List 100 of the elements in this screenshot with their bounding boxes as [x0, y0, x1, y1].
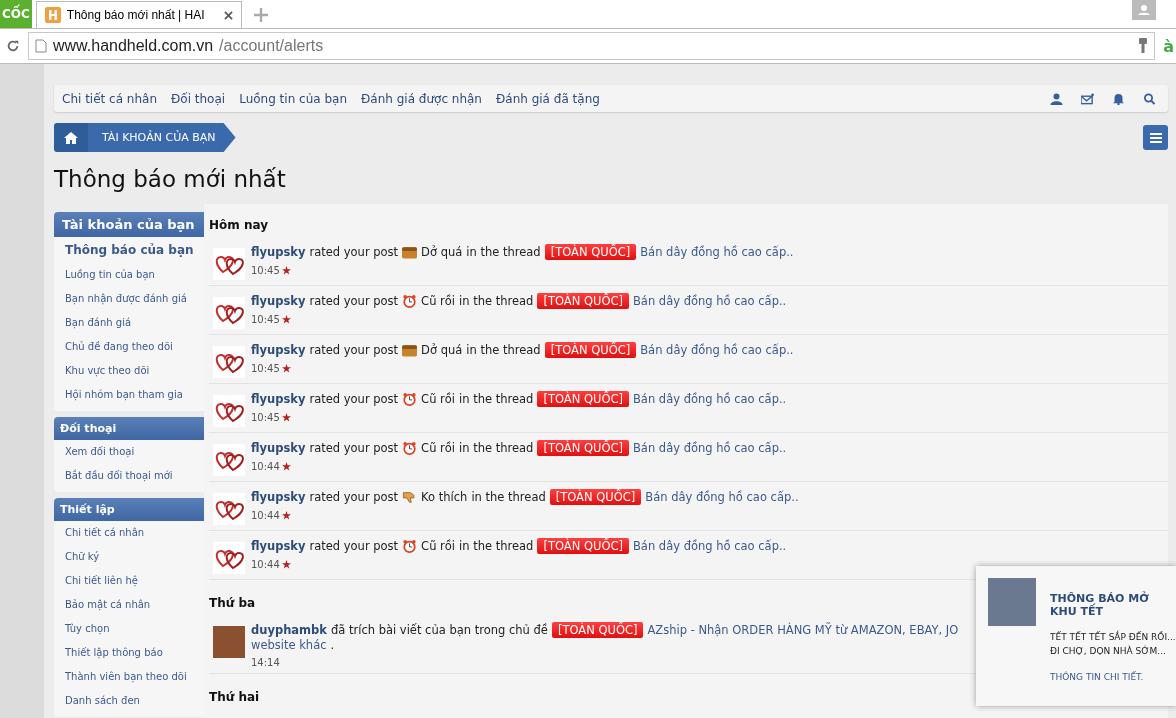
sidebar-item[interactable]: Bạn đánh giá	[54, 311, 204, 335]
menu-button[interactable]	[1143, 125, 1168, 150]
rating-label: Cũ rồi	[421, 392, 456, 406]
username-link[interactable]: flyupsky	[251, 539, 306, 553]
sidebar-item[interactable]: Luồng tin của bạn	[54, 263, 204, 287]
username-link[interactable]: flyupsky	[251, 392, 306, 406]
sidebar-item[interactable]: Thiết lập thông báo	[54, 641, 204, 665]
sidebar-item[interactable]: Tùy chọn	[54, 617, 204, 641]
breadcrumb-link[interactable]: TÀI KHOẢN CỦA BẠN	[88, 123, 236, 152]
thread-link[interactable]: Bán dây đồng hồ cao cấp..	[632, 441, 787, 455]
hearts-avatar-icon	[213, 493, 245, 525]
sidebar-item[interactable]: Chi tiết liên hệ	[54, 569, 204, 593]
sidebar-item[interactable]: Bảo mật cá nhân	[54, 593, 204, 617]
alert-text: rated your post	[309, 294, 399, 308]
alert-text: in the thread	[466, 343, 541, 357]
username-link[interactable]: flyupsky	[251, 294, 306, 308]
alert-text: in the thread	[459, 441, 534, 455]
thread-link[interactable]: AZship - Nhận ORDER HÀNG MỸ từ AMAZON, EBAY, JO	[647, 623, 959, 637]
nav-link[interactable]: Luồng tin của bạn	[239, 91, 348, 106]
thread-prefix: [TOÀN QUỐC]	[537, 440, 629, 456]
sidebar-item[interactable]: Bạn nhận được đánh giá	[54, 287, 204, 311]
sidebar-item[interactable]: Chi tiết cá nhân	[54, 521, 204, 545]
section-heading: Tài khoản của bạn	[54, 212, 204, 237]
section-heading: Thiết lập	[54, 498, 204, 521]
date-heading: Hôm nay	[209, 218, 269, 232]
star-icon	[281, 560, 291, 569]
thread-prefix: [TOÀN QUỐC]	[544, 342, 637, 358]
star-icon	[281, 266, 291, 275]
star-icon	[281, 413, 291, 422]
alert-text: rated your post	[309, 392, 399, 406]
sidebar-item[interactable]: Chữ ký	[54, 545, 204, 569]
details-link[interactable]: THÔNG TIN CHI TIẾT.	[1050, 672, 1176, 682]
close-icon[interactable]	[223, 10, 233, 20]
nav-link[interactable]: Đánh giá đã tặng	[496, 91, 600, 106]
alert-time: 14:14	[251, 657, 280, 668]
thread-link[interactable]: Bán dây đồng hồ cao cấp..	[632, 539, 787, 553]
thread-prefix: [TOÀN QUỐC]	[549, 489, 642, 505]
page-icon	[35, 39, 47, 53]
alert-text: in the thread	[459, 294, 534, 308]
nav-link[interactable]: Đối thoại	[171, 91, 226, 106]
sidebar-item[interactable]: Khu vực theo dõi	[54, 359, 204, 383]
alert-text: rated your post	[309, 539, 399, 553]
reload-icon[interactable]	[6, 39, 20, 53]
hearts-avatar-icon	[213, 542, 245, 574]
sidebar-item[interactable]: Thông báo của bạn	[54, 237, 204, 263]
username-link[interactable]: duyphambk	[251, 623, 327, 637]
alert-time: 10:45	[251, 412, 280, 423]
star-icon	[281, 315, 291, 324]
search-icon[interactable]	[1143, 92, 1156, 105]
thread-link[interactable]: Bán dây đồng hồ cao cấp..	[640, 343, 794, 357]
hearts-avatar-icon	[213, 248, 245, 280]
sidebar-item[interactable]: Bắt đầu đối thoại mới	[54, 464, 204, 488]
sidebar-item[interactable]: Xem đối thoại	[54, 440, 204, 464]
username-link[interactable]: flyupsky	[251, 245, 306, 259]
alert-time: 10:44	[251, 461, 280, 472]
alarm-clock-icon	[402, 539, 418, 553]
alert-time: 10:45	[251, 265, 280, 276]
nav-link[interactable]: Đánh giá được nhận	[361, 91, 482, 106]
user-icon[interactable]	[1050, 92, 1063, 105]
thread-prefix: [TOÀN QUỐC]	[544, 244, 637, 260]
rating-label: Dở quá	[421, 343, 463, 357]
alert-text: in the thread	[466, 245, 541, 259]
home-crumb[interactable]	[54, 123, 88, 152]
username-link[interactable]: flyupsky	[251, 343, 306, 357]
sidebar-item[interactable]: Chủ đề đang theo dõi	[54, 335, 204, 359]
browser-tab[interactable]: Thông báo mới nhất | HAI	[35, 1, 242, 28]
alert-time: 10:45	[251, 314, 280, 325]
thread-link[interactable]: Bán dây đồng hồ cao cấp..	[632, 392, 787, 406]
rating-label: Cũ rồi	[421, 441, 456, 455]
sidebar-item[interactable]: Hội nhóm bạn tham gia	[54, 383, 204, 407]
username-link[interactable]: flyupsky	[251, 490, 306, 504]
alert-time: 10:45	[251, 363, 280, 374]
alert-text: in the thread	[459, 392, 534, 406]
address-bar[interactable]: www.handheld.com.vn /account/alerts	[28, 32, 1156, 60]
key-icon[interactable]	[1138, 38, 1149, 54]
sidebar-item[interactable]: Thành viên bạn theo dõi	[54, 665, 204, 689]
thread-prefix: [TOÀN QUỐC]	[537, 391, 629, 407]
thread-link[interactable]: website khác	[251, 638, 327, 652]
bell-icon[interactable]	[1112, 92, 1125, 105]
rating-label: Dở quá	[421, 245, 463, 259]
alert-text: đã trích bài viết của bạn trong chủ đề	[330, 623, 548, 637]
sidebar-item[interactable]: Danh sách đen	[54, 689, 204, 713]
alert-time: 10:44	[251, 559, 280, 570]
alert-text: rated your post	[309, 490, 399, 504]
nav-link[interactable]: Chi tiết cá nhân	[62, 91, 157, 106]
star-icon	[281, 364, 291, 373]
alert-text: rated your post	[309, 245, 399, 259]
hearts-avatar-icon	[213, 395, 245, 427]
site-favicon-icon	[44, 7, 61, 23]
thread-prefix: [TOÀN QUỐC]	[551, 622, 644, 638]
popup-title[interactable]: THÔNG BÁO MỞ KHU TẾT	[1050, 592, 1176, 618]
thread-link[interactable]: Bán dây đồng hồ cao cấp..	[632, 294, 787, 308]
page-title: Thông báo mới nhất	[54, 166, 287, 192]
username-link[interactable]: flyupsky	[251, 441, 306, 455]
hearts-avatar-icon	[213, 297, 245, 329]
thread-link[interactable]: Bán dây đồng hồ cao cấp..	[645, 490, 799, 504]
mail-icon[interactable]	[1081, 92, 1094, 105]
thread-link[interactable]: Bán dây đồng hồ cao cấp..	[640, 245, 794, 259]
star-icon	[281, 511, 291, 520]
date-heading: Thứ hai	[209, 690, 260, 704]
